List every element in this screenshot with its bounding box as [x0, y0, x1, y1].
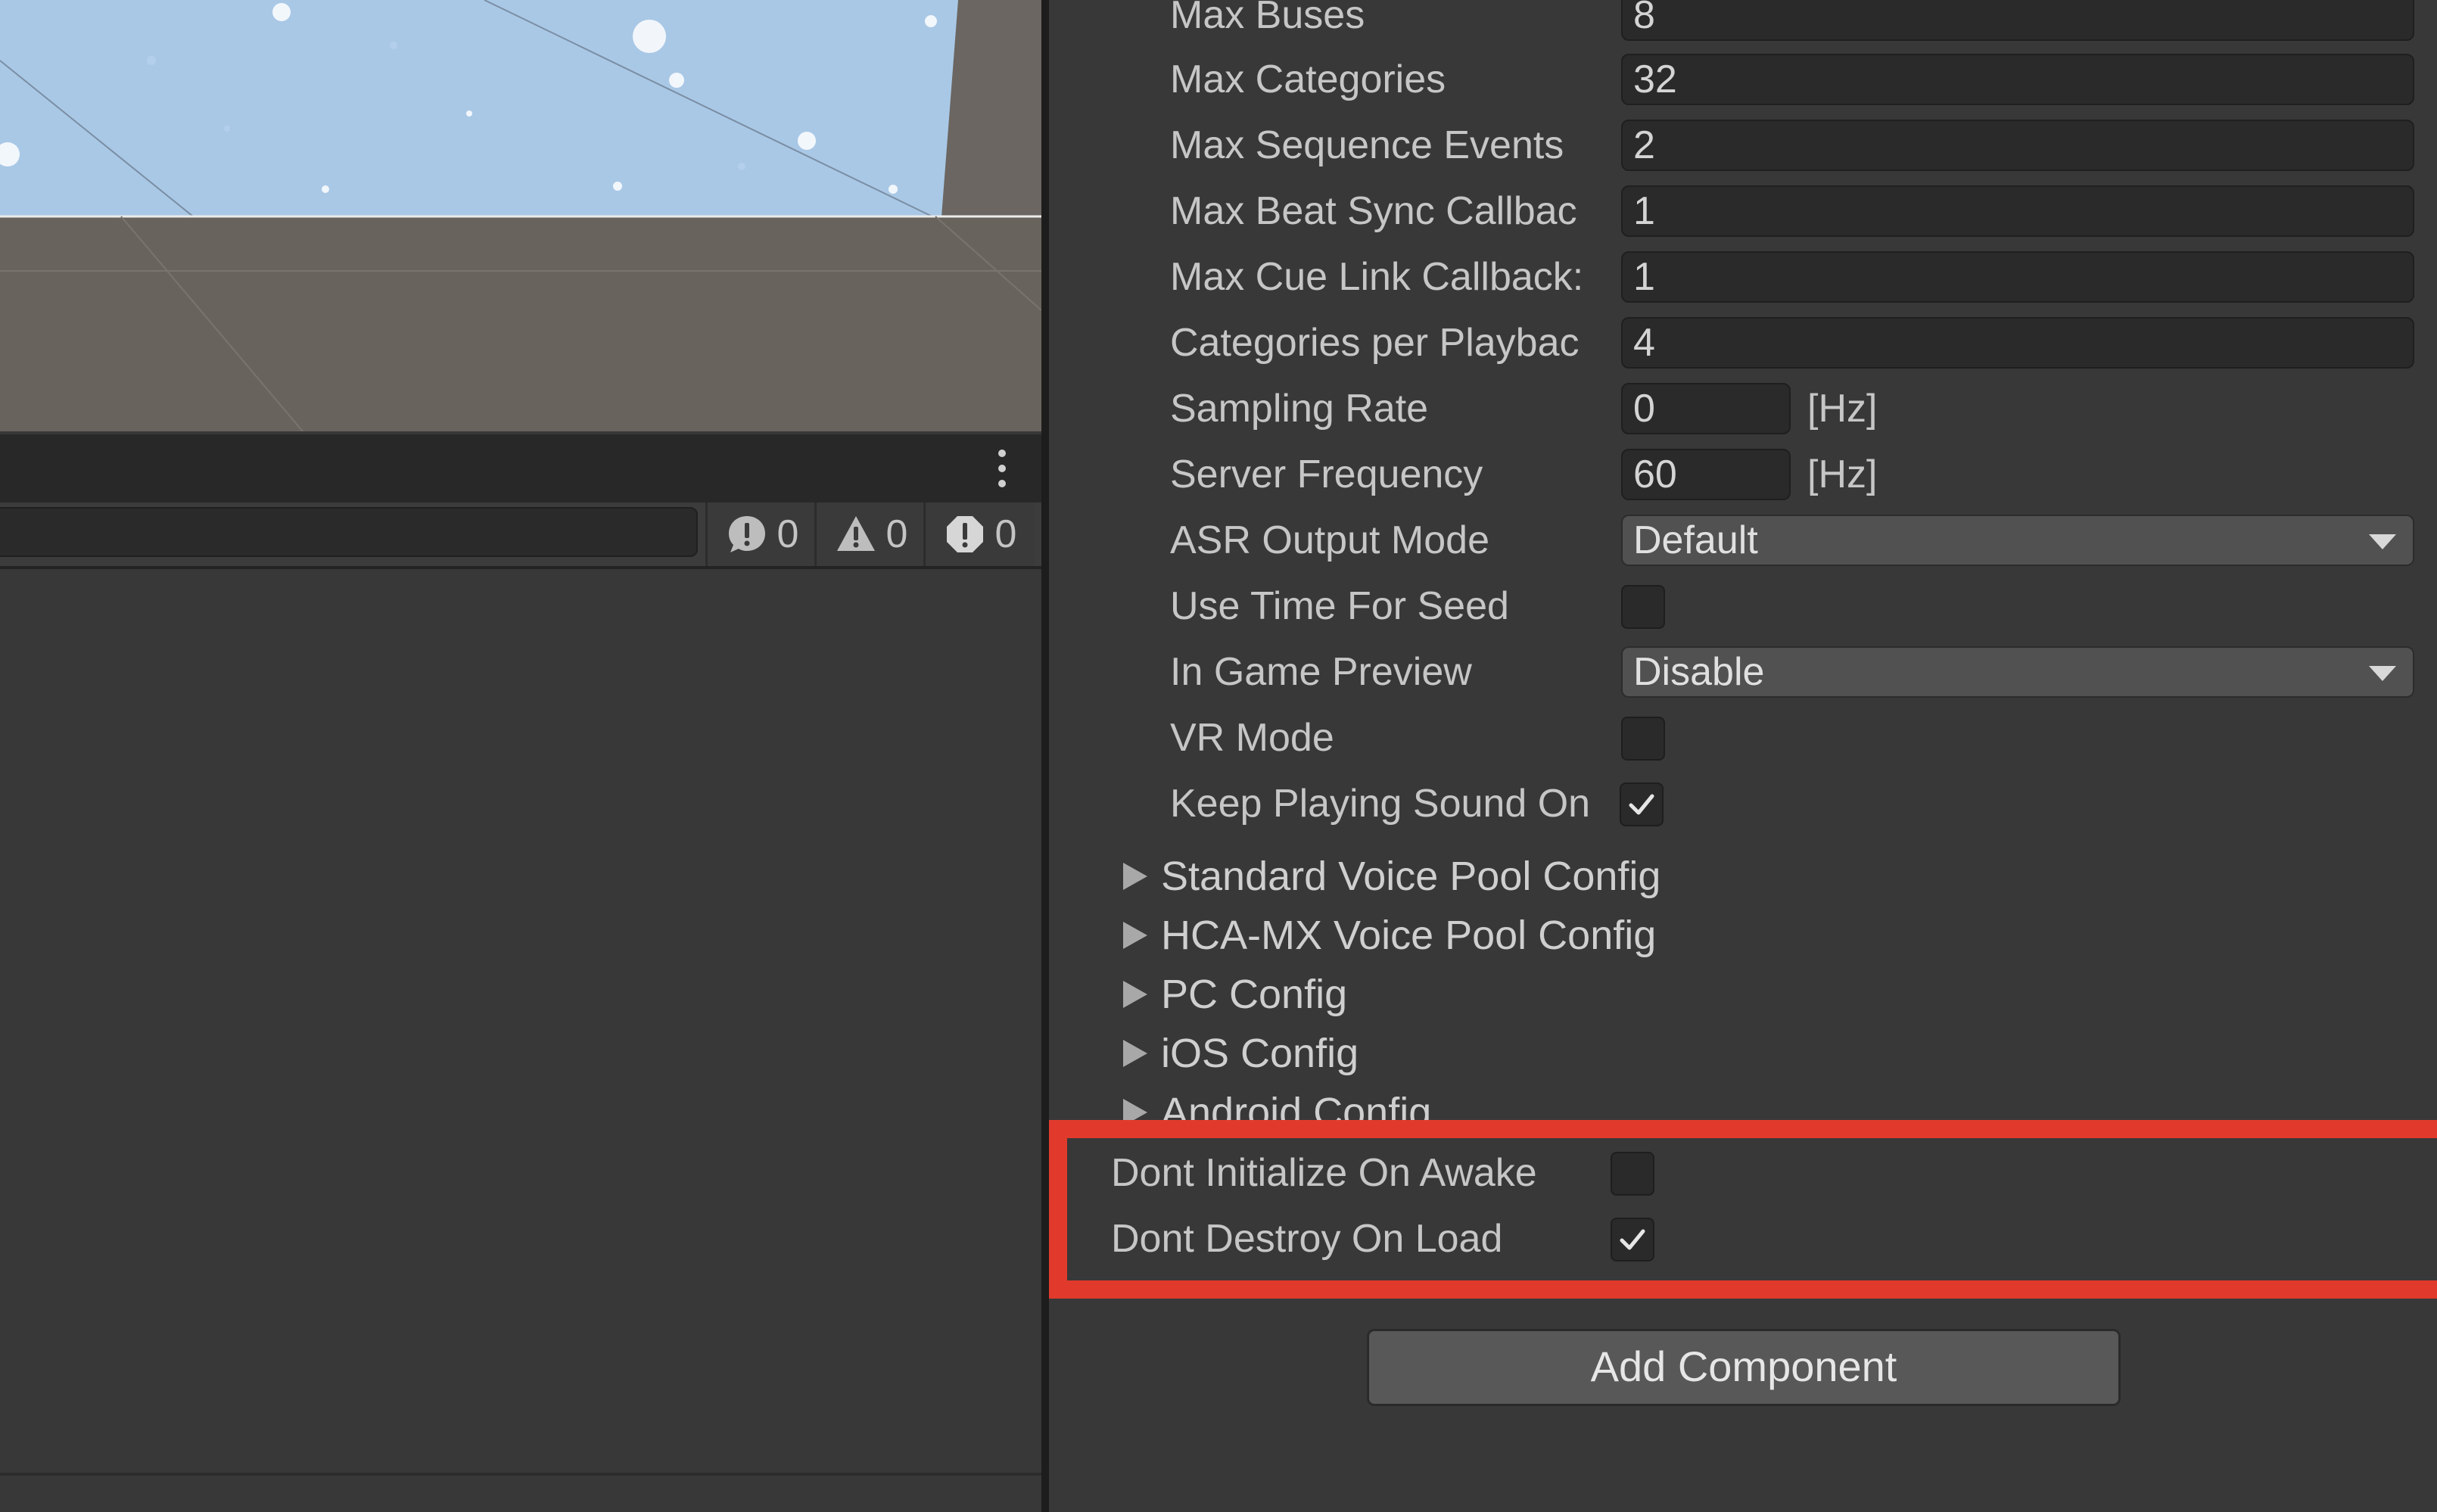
in-game-preview-value: Disable — [1633, 650, 1765, 694]
foldout-label: PC Config — [1161, 972, 1348, 1017]
foldout-pc-config[interactable]: PC Config — [1049, 966, 2437, 1023]
warning-count: 0 — [885, 512, 908, 556]
console-divider — [0, 1473, 1041, 1476]
sampling-rate-unit: [Hz] — [1807, 387, 1878, 431]
foldout-label: HCA-MX Voice Pool Config — [1161, 913, 1657, 958]
foldout-label: Android Config — [1161, 1090, 1432, 1120]
info-count-toggle[interactable]: 0 — [705, 502, 817, 566]
vr-mode-row: VR Mode — [1049, 709, 2437, 767]
expand-arrow-icon — [1123, 1040, 1147, 1067]
error-count-toggle[interactable]: 0 — [923, 502, 1035, 566]
error-count: 0 — [994, 512, 1017, 556]
max-buses-row: Max Buses 8 — [1049, 0, 2437, 44]
dont-destroy-on-load-checkbox[interactable] — [1611, 1218, 1654, 1262]
sampling-rate-row: Sampling Rate 0 [Hz] — [1049, 380, 2437, 437]
vr-mode-checkbox[interactable] — [1621, 717, 1665, 761]
asr-output-mode-row: ASR Output Mode Default — [1049, 512, 2437, 569]
scene-viewport-image — [0, 0, 1041, 431]
asr-output-mode-dropdown[interactable]: Default — [1621, 515, 2414, 566]
expand-arrow-icon — [1123, 1099, 1147, 1120]
keep-playing-sound-checkbox[interactable] — [1620, 782, 1664, 826]
max-categories-input[interactable]: 32 — [1621, 54, 2414, 105]
asr-output-mode-value: Default — [1633, 518, 1758, 562]
max-buses-input[interactable]: 8 — [1621, 0, 2414, 41]
sampling-rate-input[interactable]: 0 — [1621, 383, 1791, 434]
server-frequency-unit: [Hz] — [1807, 453, 1878, 496]
keep-playing-sound-label: Keep Playing Sound On — [1170, 782, 1591, 826]
dont-destroy-on-load-row: Dont Destroy On Load — [1049, 1209, 2437, 1269]
expand-arrow-icon — [1123, 981, 1147, 1008]
dont-initialize-on-awake-row: Dont Initialize On Awake — [1049, 1143, 2437, 1203]
dont-initialize-on-awake-checkbox[interactable] — [1611, 1152, 1654, 1196]
panel-splitter[interactable] — [1041, 0, 1049, 1512]
foldout-label: Standard Voice Pool Config — [1161, 854, 1661, 899]
inspector-panel: Max Buses 8 Max Categories 32 Max Sequen… — [1049, 0, 2437, 1512]
dropdown-caret-icon — [2369, 666, 2396, 681]
categories-per-playback-row: Categories per Playbac 4 — [1049, 314, 2437, 372]
console-search-input[interactable] — [0, 507, 698, 557]
max-cue-link-callbacks-input[interactable]: 1 — [1621, 251, 2414, 303]
console-log-area — [0, 569, 1041, 1470]
warning-count-toggle[interactable]: 0 — [814, 502, 926, 566]
info-count: 0 — [777, 512, 799, 556]
dont-destroy-on-load-label: Dont Destroy On Load — [1111, 1217, 1503, 1261]
scene-view[interactable] — [0, 0, 1041, 431]
console-toolbar — [0, 434, 1041, 502]
foldout-ios-config[interactable]: iOS Config — [1049, 1025, 2437, 1082]
expand-arrow-icon — [1123, 863, 1147, 890]
max-categories-row: Max Categories 32 — [1049, 51, 2437, 108]
add-component-button[interactable]: Add Component — [1367, 1329, 2121, 1406]
in-game-preview-dropdown[interactable]: Disable — [1621, 646, 2414, 698]
info-icon — [728, 516, 765, 552]
foldout-standard-voice-pool[interactable]: Standard Voice Pool Config — [1049, 848, 2437, 905]
use-time-for-seed-row: Use Time For Seed — [1049, 577, 2437, 635]
dropdown-caret-icon — [2369, 534, 2396, 549]
console-filter-bar: 0 0 0 — [0, 502, 1041, 569]
checkmark-icon — [1620, 1229, 1645, 1250]
max-cue-link-callbacks-row: Max Cue Link Callback: 1 — [1049, 248, 2437, 306]
max-beat-sync-callbacks-input[interactable]: 1 — [1621, 185, 2414, 237]
categories-per-playback-input[interactable]: 4 — [1621, 317, 2414, 369]
max-sequence-events-input[interactable]: 2 — [1621, 120, 2414, 171]
expand-arrow-icon — [1123, 922, 1147, 949]
use-time-for-seed-checkbox[interactable] — [1621, 585, 1665, 629]
foldout-android-config[interactable]: Android Config — [1049, 1084, 2437, 1120]
max-sequence-events-row: Max Sequence Events 2 — [1049, 117, 2437, 174]
foldout-label: iOS Config — [1161, 1031, 1359, 1076]
dont-initialize-on-awake-label: Dont Initialize On Awake — [1111, 1151, 1537, 1195]
foldout-hca-mx-voice-pool[interactable]: HCA-MX Voice Pool Config — [1049, 907, 2437, 964]
more-options-icon[interactable] — [996, 450, 1008, 487]
foldout-list: Standard Voice Pool Config HCA-MX Voice … — [1049, 848, 2437, 1120]
server-frequency-input[interactable]: 60 — [1621, 449, 1791, 500]
error-icon — [946, 516, 983, 552]
checkmark-icon — [1629, 794, 1654, 815]
keep-playing-sound-row: Keep Playing Sound On — [1049, 775, 2437, 832]
warning-icon — [836, 516, 875, 551]
in-game-preview-row: In Game Preview Disable — [1049, 643, 2437, 701]
max-beat-sync-callbacks-row: Max Beat Sync Callbac 1 — [1049, 182, 2437, 240]
server-frequency-row: Server Frequency 60 [Hz] — [1049, 446, 2437, 503]
